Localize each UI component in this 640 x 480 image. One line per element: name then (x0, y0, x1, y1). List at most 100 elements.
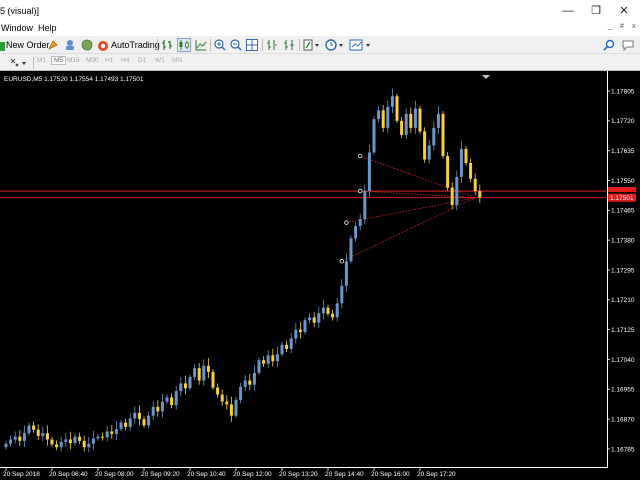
candle (156, 400, 160, 417)
candle (78, 432, 82, 445)
candle (271, 348, 275, 367)
candle (331, 309, 335, 321)
annotation-point[interactable] (339, 259, 344, 264)
candle (455, 170, 459, 211)
bear-candle-body (55, 444, 59, 448)
bear-candle-body (400, 120, 404, 135)
search-icon[interactable] (603, 39, 615, 53)
bear-candle-body (478, 191, 482, 198)
mdi-close-button[interactable]: x (632, 23, 636, 30)
new-order-button[interactable]: New Order (0, 38, 50, 52)
bear-candle-body (18, 436, 22, 441)
bull-candle-body (335, 303, 339, 318)
candle (303, 317, 307, 335)
timeframe-m15[interactable]: M15 (67, 57, 80, 64)
time-tick-label: 20 Sep 17:20 (417, 471, 456, 478)
timeframe-m1[interactable]: M1 (37, 57, 46, 64)
candle (50, 436, 54, 447)
mdi-minimize-button[interactable]: _ (608, 23, 612, 30)
time-tick-label: 20 Sep 13:20 (279, 471, 318, 478)
timeframe-d1[interactable]: D1 (138, 57, 146, 64)
annotation-point[interactable] (344, 220, 349, 225)
candle (206, 358, 210, 378)
close-button[interactable]: ✕ (609, 3, 639, 19)
bear-candle-body (183, 383, 187, 389)
candle (101, 432, 105, 441)
bull-candle-body (367, 152, 371, 192)
candle (285, 340, 289, 353)
candle (289, 333, 293, 354)
new-order-label: New Order (6, 40, 50, 50)
minimize-button[interactable]: — (553, 3, 583, 19)
bid-price-badge (608, 187, 636, 193)
navigator-icon[interactable] (81, 39, 93, 53)
zoom-out-icon[interactable] (230, 39, 242, 53)
metaeditor-icon[interactable] (47, 39, 59, 53)
bull-candle-body (165, 397, 169, 402)
timeframe-h4[interactable]: H4 (121, 57, 129, 64)
bear-candle-body (68, 439, 72, 443)
autotrading-icon (98, 40, 108, 51)
annotation-point[interactable] (358, 153, 363, 159)
chart-shift-icon[interactable] (266, 39, 278, 53)
bear-candle-body (298, 329, 302, 333)
bear-candle-body (229, 404, 233, 416)
candle (248, 374, 252, 390)
timeframe-m5[interactable]: M5 (51, 56, 67, 65)
chart-canvas[interactable]: 1.17805 1.17720 1.17635 1.17550 1.17465 1.173… (0, 71, 640, 480)
crosshair-tools-dropdown-icon[interactable] (9, 57, 29, 71)
bull-candle-body (349, 238, 353, 262)
bull-candle-body (459, 148, 463, 178)
autoscroll-icon[interactable] (283, 39, 295, 53)
bear-candle-body (36, 429, 40, 436)
candle (418, 105, 422, 134)
timeframe-h1[interactable]: H1 (105, 57, 113, 64)
chart-shift-marker-icon[interactable] (482, 75, 490, 79)
timeframe-m30[interactable]: M30 (86, 57, 99, 64)
menu-window[interactable]: Window (1, 23, 33, 33)
candlestick-chart-icon[interactable] (177, 38, 191, 52)
bear-candle-body (137, 412, 141, 420)
bull-candle-body (202, 365, 206, 381)
chart-info-label: EURUSD,M5 1.17520 1.17554 1.17493 1.1750… (4, 76, 144, 83)
price-axis-line (607, 71, 608, 468)
time-tick-label: 20 Sep 14:40 (325, 471, 364, 478)
candle (239, 382, 243, 404)
candle (124, 418, 128, 431)
bull-candle-body (243, 380, 247, 387)
bear-candle-body (464, 148, 468, 163)
indicators-dropdown-icon[interactable] (303, 39, 321, 53)
bear-candle-body (312, 317, 316, 323)
candle (459, 141, 463, 184)
zoom-in-icon[interactable] (214, 39, 226, 53)
candle (446, 151, 450, 191)
price-chart[interactable]: 1.17805 1.17720 1.17635 1.17550 1.17465 1.173… (0, 71, 640, 480)
menu-help[interactable]: Help (38, 23, 57, 33)
line-chart-icon[interactable] (195, 39, 207, 53)
bull-candle-body (151, 406, 155, 416)
mdi-restore-button[interactable]: # (620, 23, 624, 30)
bar-chart-icon[interactable] (161, 39, 174, 53)
market-watch-icon[interactable] (64, 39, 76, 53)
autotrading-button[interactable]: AutoTrading (97, 38, 160, 52)
tile-windows-icon[interactable] (246, 39, 258, 53)
candle (119, 419, 123, 432)
annotation-point[interactable] (358, 188, 363, 194)
bear-candle-body (271, 355, 275, 362)
timeframe-mn[interactable]: MN (172, 57, 182, 64)
bull-candle-body (59, 441, 63, 448)
periods-dropdown-icon[interactable] (325, 39, 345, 53)
bull-candle-body (4, 443, 8, 448)
bull-candle-body (354, 226, 358, 239)
bull-candle-body (239, 386, 243, 400)
bull-candle-body (390, 96, 394, 107)
price-tick-label: 1.17550 (611, 178, 635, 185)
chat-icon[interactable] (621, 39, 637, 53)
restore-button[interactable]: ❐ (581, 3, 611, 19)
templates-dropdown-icon[interactable] (349, 39, 373, 53)
menu-bar: Window Help _ # x (0, 22, 640, 36)
timeframe-w1[interactable]: W1 (155, 57, 165, 64)
candle (87, 437, 91, 453)
bull-candle-body (174, 391, 178, 406)
candle (18, 430, 22, 447)
